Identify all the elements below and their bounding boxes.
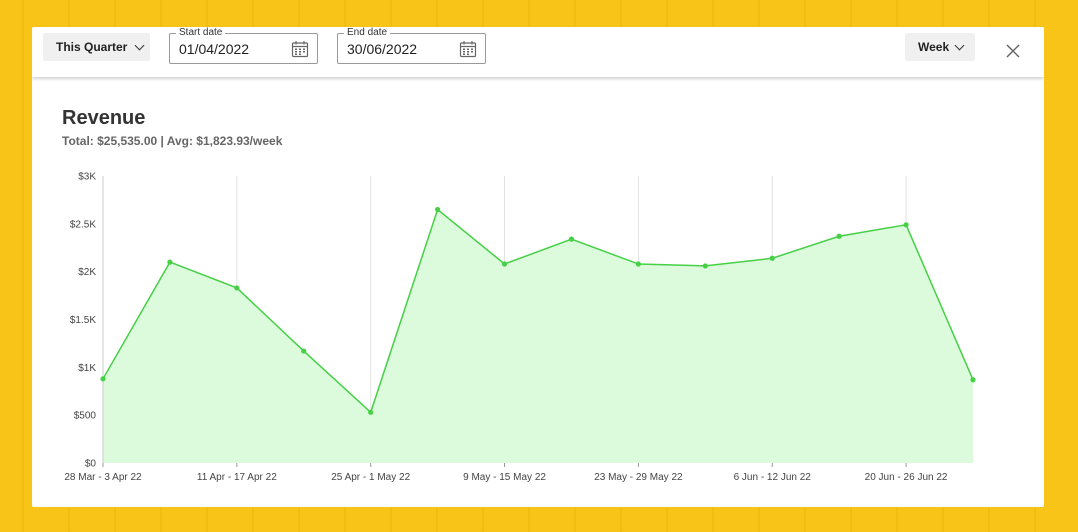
- y-tick-label: $1K: [78, 363, 96, 374]
- period-label: This Quarter: [56, 40, 128, 54]
- granularity-dropdown[interactable]: Week: [905, 33, 975, 61]
- y-tick-label: $2K: [78, 267, 96, 278]
- revenue-panel: This Quarter Start date End date: [32, 27, 1044, 507]
- x-tick-label: 9 May - 15 May 22: [463, 472, 546, 483]
- data-point: [970, 377, 976, 383]
- revenue-chart: $0 $500 $1K $1.5K $2K $2.5K $3K 28 Mar - 3 Apr …: [64, 172, 976, 483]
- data-point: [769, 255, 775, 261]
- data-point: [167, 259, 173, 265]
- chevron-down-icon: [134, 40, 145, 50]
- data-point: [435, 206, 441, 213]
- y-tick-label: $1.5K: [70, 315, 96, 326]
- data-point: [836, 233, 842, 239]
- calendar-icon[interactable]: [459, 40, 477, 58]
- x-tick-label: 11 Apr - 17 Apr 22: [197, 472, 277, 483]
- y-tick-label: $0: [85, 459, 97, 470]
- data-point: [301, 348, 307, 354]
- start-date-field[interactable]: Start date: [169, 27, 318, 64]
- data-point: [100, 376, 106, 382]
- period-dropdown[interactable]: This Quarter: [43, 33, 150, 61]
- end-date-field[interactable]: End date: [337, 27, 486, 64]
- data-point: [702, 263, 708, 269]
- x-tick-label: 28 Mar - 3 Apr 22: [64, 472, 142, 483]
- y-tick-label: $3K: [78, 172, 96, 183]
- close-icon[interactable]: [1000, 38, 1026, 64]
- toolbar: This Quarter Start date End date: [32, 27, 1044, 77]
- area-fill: [103, 209, 973, 463]
- calendar-icon[interactable]: [291, 40, 309, 58]
- y-tick-label: $2.5K: [70, 219, 96, 230]
- granularity-label: Week: [918, 40, 950, 54]
- x-tick-label: 25 Apr - 1 May 22: [331, 472, 410, 483]
- data-point: [501, 261, 508, 267]
- end-date-input[interactable]: [347, 41, 457, 57]
- x-tick-label: 6 Jun - 12 Jun 22: [734, 472, 812, 483]
- x-tick-label: 20 Jun - 26 Jun 22: [865, 472, 948, 483]
- y-tick-label: $500: [74, 411, 97, 422]
- chevron-down-icon: [954, 40, 965, 50]
- data-point: [903, 222, 909, 228]
- start-date-input[interactable]: [179, 41, 289, 57]
- data-point: [368, 409, 374, 415]
- data-point: [568, 236, 575, 242]
- x-tick-label: 23 May - 29 May 22: [594, 472, 683, 483]
- end-date-label: End date: [344, 27, 391, 39]
- start-date-label: Start date: [176, 27, 226, 39]
- data-point: [635, 261, 641, 267]
- data-point: [234, 285, 240, 291]
